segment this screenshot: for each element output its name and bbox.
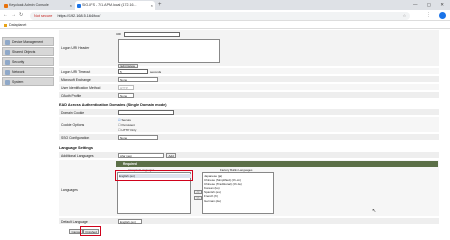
oauth-label: OAuth Profile (61, 93, 82, 98)
add-language-button[interactable]: Add (166, 153, 177, 158)
tab-close-icon[interactable]: × (151, 1, 153, 10)
option-label: HTTP Only (121, 127, 137, 132)
option-label: Persistent (121, 122, 135, 127)
domain-cookie-label: Domain Cookie (61, 110, 85, 115)
edit-label: Edit (120, 63, 126, 68)
oauth-select[interactable]: None (118, 93, 134, 98)
form-row-exchange (59, 76, 439, 83)
sidebar-item-label: Shared Objects (12, 50, 36, 54)
factory-languages-list[interactable]: Japanese (ja) Chinese (Simplified) (zh-c… (202, 172, 274, 214)
tab-keycloak[interactable]: Keycloak Admin Console × (2, 1, 74, 10)
default-language-select[interactable]: English (en) (118, 219, 142, 224)
form-row-timeout (59, 68, 439, 75)
shared-icon (5, 50, 10, 55)
back-icon[interactable]: ← (3, 10, 8, 21)
form-row-additional-languages (59, 152, 439, 159)
uri-label: URI (116, 32, 122, 36)
form-row-cookie-options (59, 117, 439, 133)
default-language-label: Default Language (61, 219, 88, 224)
reload-icon[interactable]: ↻ (19, 10, 23, 21)
bookmarks-bar: Dataplanet (0, 21, 450, 29)
sidebar-item-label: Security (12, 60, 25, 64)
sso-select[interactable]: None (118, 135, 158, 140)
timeout-input[interactable]: 5 (118, 69, 148, 74)
network-icon (5, 70, 10, 75)
edit-button[interactable]: Edit Delete (118, 63, 138, 68)
cookie-options-label: Cookie Options (61, 123, 85, 127)
forward-icon[interactable]: → (11, 10, 16, 21)
tab-favicon-icon (4, 3, 8, 8)
bookmark-star-icon[interactable]: ☆ (403, 12, 406, 20)
not-secure-label: Not secure (34, 13, 53, 18)
timeout-unit: seconds (150, 69, 162, 74)
shield-icon (5, 60, 10, 65)
finished-highlight-box (80, 226, 101, 236)
form-row-domain-cookie (59, 109, 439, 116)
languages-label: Languages (61, 188, 78, 192)
profile-avatar[interactable] (439, 12, 446, 19)
required-bar: Required (116, 161, 438, 167)
timeout-label: Logon URI Timeout (61, 69, 91, 74)
checkbox-icon[interactable]: ☐ (118, 128, 121, 132)
form-row-user-ident (59, 84, 439, 91)
required-label: Required (123, 162, 137, 166)
browser-tab-bar: Keycloak Admin Console × SIG-IFS - 7/1.A… (0, 0, 450, 10)
move-right-button[interactable]: >> (194, 196, 202, 200)
language-header: Language Settings (59, 146, 93, 150)
window-controls[interactable]: — ▢ ✕ (413, 0, 448, 10)
list-item[interactable]: German (de) (204, 199, 242, 203)
sidebar-item-label: System (12, 80, 24, 84)
sidebar-item-system[interactable]: System (2, 77, 54, 86)
form-row-sso (59, 134, 439, 141)
new-tab-button[interactable]: + (158, 0, 162, 10)
logon-header-label: Logon URI Header (61, 46, 90, 50)
sso-label: SSO Configuration (61, 135, 90, 140)
option-label: Secure (121, 118, 132, 122)
system-icon (5, 80, 10, 85)
bookmark-item[interactable]: Dataplanet (9, 23, 26, 27)
mouse-cursor-icon: ↖ (372, 208, 377, 214)
additional-languages-select[interactable]: Afar (aa) (118, 153, 164, 158)
delete-label: Delete (126, 63, 136, 68)
sidebar-item-device-management[interactable]: Device Management (2, 37, 54, 46)
url-text: https://192.168.5.164/tco/ (57, 13, 101, 18)
sidebar-item-label: Device Management (12, 40, 44, 44)
move-left-button[interactable]: << (194, 190, 202, 194)
user-ident-label: User Identification Method (61, 85, 101, 90)
main-content: Logon URI Header URI Edit Delete Logon U… (57, 30, 445, 239)
sidebar-item-network[interactable]: Network (2, 67, 54, 76)
domain-cookie-input[interactable] (118, 110, 174, 115)
cookie-option-http-only[interactable]: ☐ HTTP Only (118, 128, 136, 133)
sidebar-item-security[interactable]: Security (2, 57, 54, 66)
sidebar-item-shared-objects[interactable]: Shared Objects (2, 47, 54, 56)
tab-label: Keycloak Admin Console (9, 3, 49, 7)
tab-close-icon[interactable]: × (70, 1, 72, 10)
tab-label: SIG-IFS - 7/1.APM.local (172.16... (82, 3, 137, 7)
cookie-options-list: ☑ Secure ☐ Persistent ☐ HTTP Only (118, 118, 136, 132)
form-row-oauth (59, 92, 439, 99)
checkbox-icon[interactable]: ☐ (118, 123, 121, 127)
user-ident-select: HTTP (118, 85, 134, 90)
tab-sig-ifs[interactable]: SIG-IFS - 7/1.APM.local (172.16... × (75, 1, 155, 10)
device-icon (5, 40, 10, 45)
accepted-highlight-box (115, 170, 193, 181)
exchange-select[interactable]: None (118, 77, 158, 82)
factory-list: Japanese (ja) Chinese (Simplified) (zh-c… (204, 174, 242, 203)
tab-favicon-icon (77, 3, 81, 8)
sidebar-item-label: Network (12, 70, 25, 74)
logon-header-list[interactable] (118, 39, 220, 63)
url-input[interactable]: Not secure https://192.168.5.164/tco/ ☆ (30, 11, 410, 20)
app-root: Keycloak Admin Console × SIG-IFS - 7/1.A… (0, 0, 450, 239)
additional-languages-label: Additional Languages (61, 153, 94, 158)
extensions-icon[interactable]: ⋮ (426, 10, 431, 21)
form-row-default-language (59, 218, 439, 225)
checkbox-checked-icon[interactable]: ☑ (118, 118, 121, 122)
exchange-label: Microsoft Exchange (61, 77, 91, 82)
uri-input[interactable] (124, 32, 180, 37)
bookmark-folder-icon (4, 23, 7, 27)
eda-header: EAD Across Authentication Domains (Singl… (59, 103, 167, 107)
sidebar: Device Management Shared Objects Securit… (0, 30, 55, 239)
